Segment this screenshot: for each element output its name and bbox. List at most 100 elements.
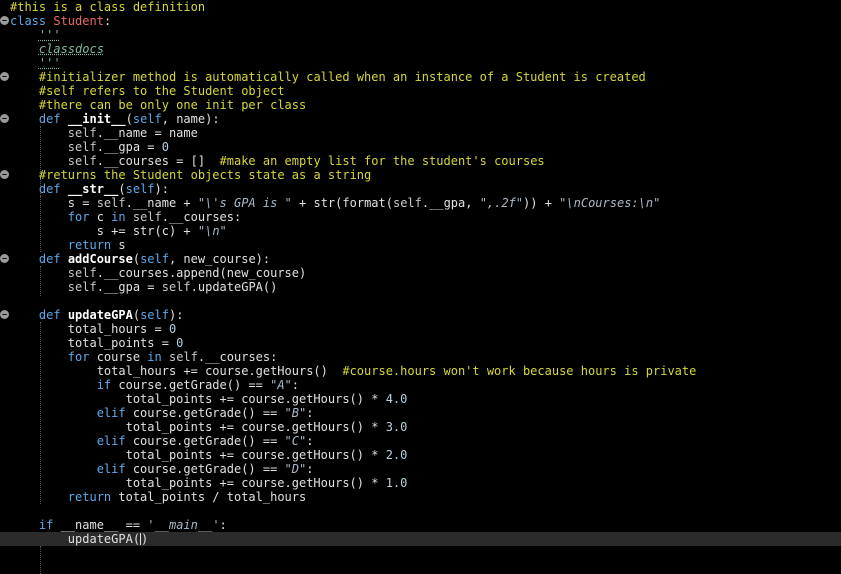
code-token: s += [10, 224, 133, 238]
code-token: ( [132, 308, 141, 322]
code-token: def [38, 252, 68, 266]
code-token: self [67, 280, 97, 294]
code-text: self.__gpa = 0 [10, 140, 169, 154]
fold-toggle-icon[interactable]: − [0, 16, 9, 25]
code-line[interactable]: total_points += course.getHours() * 2.0 [0, 448, 841, 462]
code-line[interactable]: elif course.getGrade() == "C": [0, 434, 841, 448]
code-line[interactable]: elif course.getGrade() == "D": [0, 462, 841, 476]
code-line[interactable]: self.__courses = [] #make an empty list … [0, 154, 841, 168]
code-token: course.getGrade() == [132, 406, 285, 420]
fold-toggle-icon[interactable]: − [0, 114, 9, 123]
code-line[interactable]: self.__courses.append(new_course) [0, 266, 841, 280]
code-token: : [291, 378, 300, 392]
code-token: total_hours = [10, 322, 169, 336]
code-token: #this is a class definition [10, 0, 206, 14]
indent-guide [40, 546, 41, 574]
code-text: #this is a class definition [10, 0, 205, 14]
code-line[interactable]: − def addCourse(self, new_course): [0, 252, 841, 266]
code-line[interactable]: #this is a class definition [0, 0, 841, 14]
code-line[interactable] [0, 504, 841, 518]
code-token: 0 [176, 336, 184, 350]
code-line[interactable]: if course.getGrade() == "A": [0, 378, 841, 392]
code-line[interactable]: ''' [0, 28, 841, 42]
code-token: return [67, 490, 119, 504]
code-token: : [219, 518, 227, 532]
code-token: def [38, 308, 68, 322]
fold-toggle-icon[interactable]: − [0, 254, 9, 263]
code-line[interactable]: #self refers to the Student object [0, 84, 841, 98]
code-line[interactable]: self.__gpa = self.updateGPA() [0, 280, 841, 294]
fold-toggle-icon[interactable]: − [0, 72, 9, 81]
code-text: elif course.getGrade() == "D": [10, 462, 314, 476]
code-line[interactable]: total_points += course.getHours() * 1.0 [0, 476, 841, 490]
code-token: __name__ == [60, 518, 148, 532]
code-line[interactable]: s += str(c) + "\n" [0, 224, 841, 238]
code-line[interactable]: total_hours = 0 [0, 322, 841, 336]
code-text: s += str(c) + "\n" [10, 224, 227, 238]
code-line[interactable]: s = self.__name + "\'s GPA is " + str(fo… [0, 196, 841, 210]
code-line[interactable]: − class Student: [0, 14, 841, 28]
code-token: ( [385, 196, 393, 210]
code-token: total_points / total_hours [118, 490, 307, 504]
code-line[interactable]: self.__name = name [0, 126, 841, 140]
code-line[interactable]: − def __init__(self, name): [0, 112, 841, 126]
code-text: #there can be only one init per class [10, 98, 306, 112]
code-line[interactable]: total_points = 0 [0, 336, 841, 350]
code-text: if __name__ == '__main__': [10, 518, 227, 532]
code-line[interactable]: for course in self.__courses: [0, 350, 841, 364]
fold-toggle-icon[interactable]: − [0, 310, 9, 319]
code-line[interactable]: total_hours += course.getHours() #course… [0, 364, 841, 378]
code-line[interactable]: classdocs [0, 42, 841, 56]
code-text: total_points += course.getHours() * 2.0 [10, 448, 408, 462]
code-text: total_hours = 0 [10, 322, 176, 336]
code-editor[interactable]: #this is a class definition − class Studen… [0, 0, 841, 574]
code-token: #returns the Student objects state as a … [38, 168, 372, 182]
code-token: #there can be only one init per class [38, 98, 307, 112]
code-line[interactable]: #there can be only one init per class [0, 98, 841, 112]
code-token: self [96, 196, 126, 210]
code-text: for course in self.__courses: [10, 350, 278, 364]
code-line[interactable]: total_points += course.getHours() * 4.0 [0, 392, 841, 406]
code-token: .__name = name [96, 126, 198, 140]
code-token: def [38, 182, 68, 196]
code-token: "\nCourses:\n" [559, 196, 661, 210]
fold-toggle-icon[interactable]: − [0, 170, 9, 179]
code-text: class Student: [10, 14, 111, 28]
code-line[interactable]: self.__gpa = 0 [0, 140, 841, 154]
code-token: ): [154, 182, 169, 196]
code-text: total_points = 0 [10, 336, 184, 350]
code-line[interactable]: elif course.getGrade() == "B": [0, 406, 841, 420]
code-text: updateGPA() [10, 532, 148, 546]
code-token: .updateGPA() [190, 280, 278, 294]
code-line[interactable]: for c in self.__courses: [0, 210, 841, 224]
code-token: total_points += course.getHours() * [10, 476, 386, 490]
code-line[interactable]: def __str__(self): [0, 182, 841, 196]
code-line[interactable]: − #initializer method is automatically c… [0, 70, 841, 84]
code-line[interactable]: − def updateGPA(self): [0, 308, 841, 322]
code-line[interactable]: total_points += course.getHours() * 3.0 [0, 420, 841, 434]
code-token: .__courses: [161, 210, 242, 224]
code-token: c [96, 210, 112, 224]
code-line[interactable]: updateGPA() [0, 532, 841, 546]
code-token: self [132, 210, 162, 224]
code-token: updateGPA( [10, 532, 141, 546]
code-line[interactable]: return s [0, 238, 841, 252]
code-token: "\'s GPA is " [197, 196, 292, 210]
code-token: total_points += course.getHours() * [10, 448, 386, 462]
code-line[interactable]: ''' [0, 56, 841, 70]
code-token: , name): [161, 112, 220, 126]
code-line[interactable]: return total_points / total_hours [0, 490, 841, 504]
code-token: updateGPA [67, 308, 133, 322]
code-token: format [342, 196, 386, 210]
code-line[interactable]: − #returns the Student objects state as … [0, 168, 841, 182]
code-token: ( [125, 112, 133, 126]
code-line[interactable] [0, 294, 841, 308]
code-token: #make an empty list for the student's co… [219, 154, 545, 168]
code-line[interactable]: if __name__ == '__main__': [0, 518, 841, 532]
